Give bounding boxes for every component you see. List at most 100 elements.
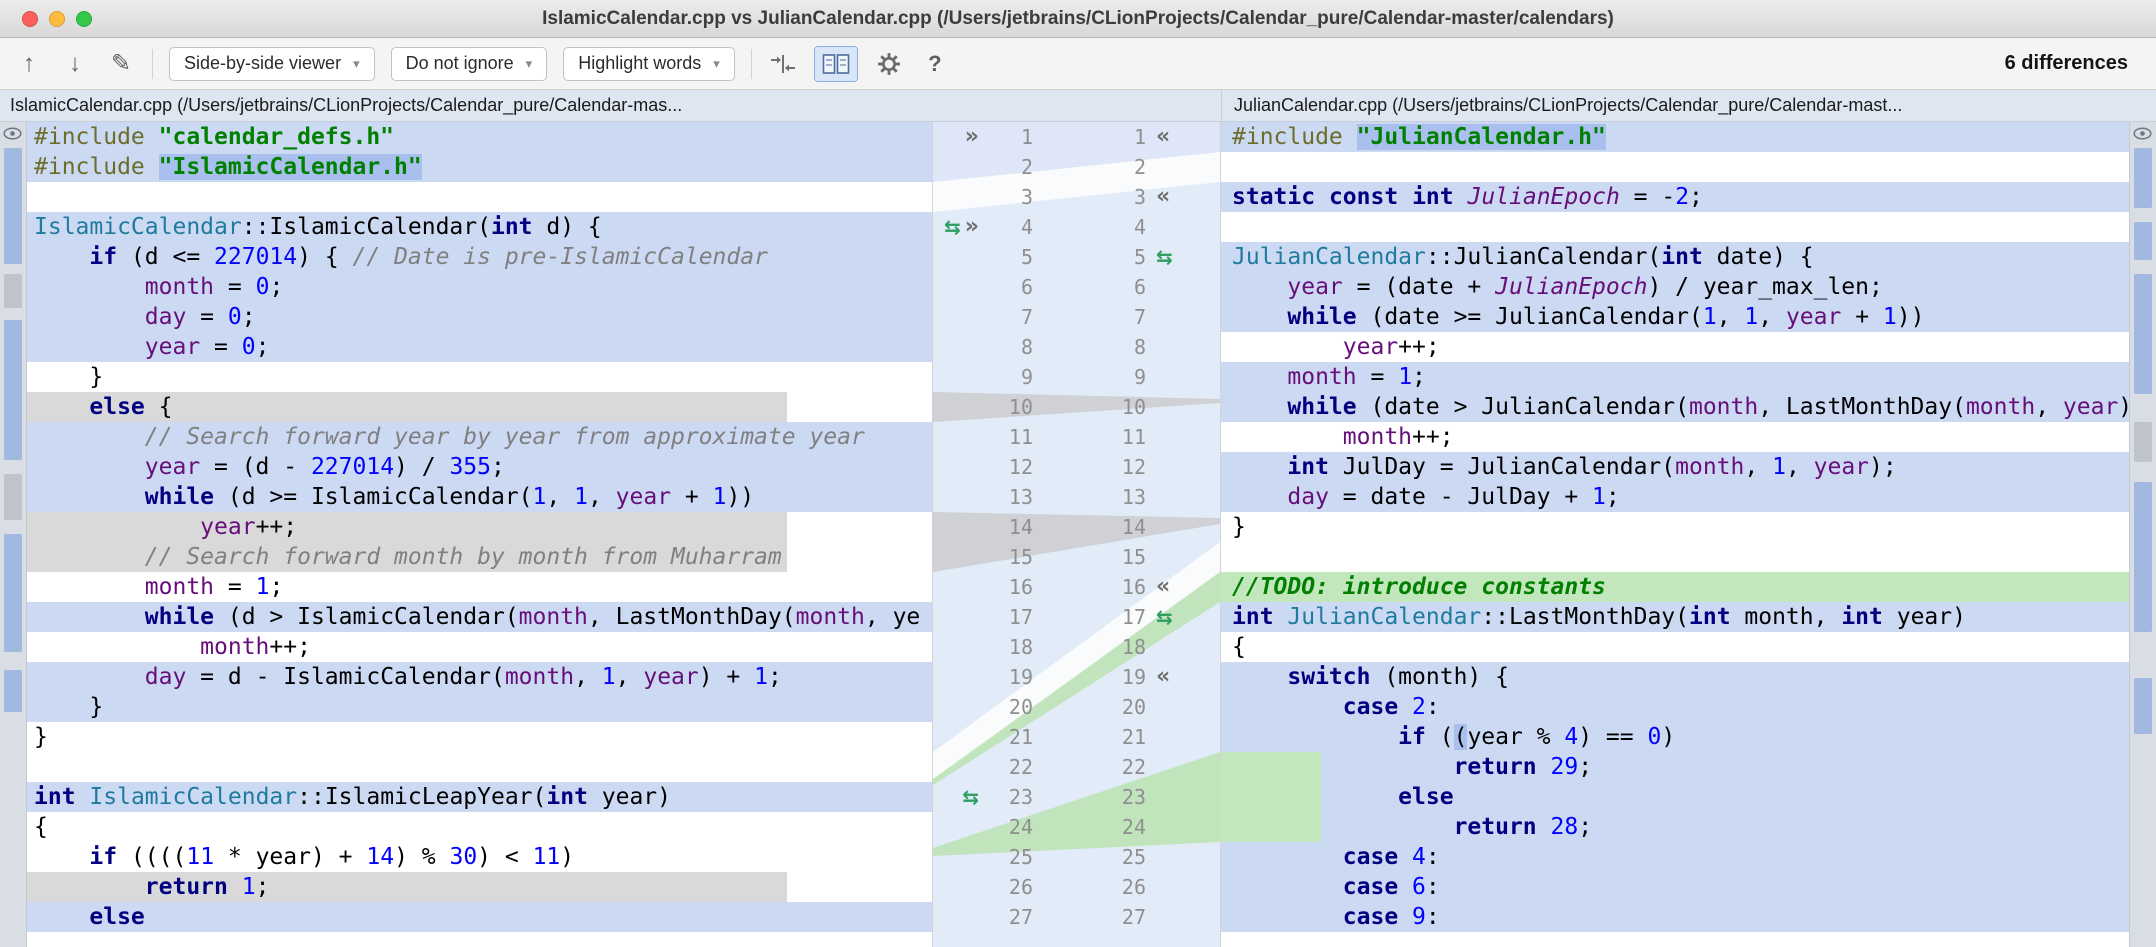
code-line[interactable]: return 29;: [1221, 752, 2129, 782]
code-line[interactable]: }: [27, 362, 932, 392]
code-line[interactable]: [27, 752, 932, 782]
code-line[interactable]: #include "JulianCalendar.h": [1221, 122, 2129, 152]
highlight-mode-dropdown[interactable]: Highlight words ▾: [563, 47, 735, 81]
code-line[interactable]: month = 1;: [1221, 362, 2129, 392]
code-line[interactable]: year = 0;: [27, 332, 932, 362]
code-line[interactable]: int IslamicCalendar::IslamicLeapYear(int…: [27, 782, 932, 812]
left-scroll-marker-strip[interactable]: [0, 122, 27, 947]
code-line[interactable]: //TODO: introduce constants: [1221, 572, 2129, 602]
code-token: // Search forward month by month from Mu…: [145, 544, 782, 570]
close-button[interactable]: [22, 11, 38, 27]
code-line[interactable]: case 6:: [1221, 872, 2129, 902]
code-line[interactable]: while (date > JulianCalendar(month, Last…: [1221, 392, 2129, 422]
code-line[interactable]: {: [1221, 632, 2129, 662]
code-line[interactable]: int JulDay = JulianCalendar(month, 1, ye…: [1221, 452, 2129, 482]
code-line[interactable]: if (d <= 227014) { // Date is pre-Islami…: [27, 242, 932, 272]
code-line[interactable]: switch (month) {: [1221, 662, 2129, 692]
right-code-pane[interactable]: #include "JulianCalendar.h" static const …: [1221, 122, 2129, 947]
code-line[interactable]: case 9:: [1221, 902, 2129, 932]
code-line[interactable]: while (d >= IslamicCalendar(1, 1, year +…: [27, 482, 932, 512]
code-line[interactable]: if ((((11 * year) + 14) % 30) < 11): [27, 842, 932, 872]
code-line[interactable]: [27, 182, 932, 212]
code-line[interactable]: day = d - IslamicCalendar(month, 1, year…: [27, 662, 932, 692]
code-line[interactable]: year++;: [27, 512, 932, 542]
code-line[interactable]: // Search forward month by month from Mu…: [27, 542, 932, 572]
code-line[interactable]: return 1;: [27, 872, 932, 902]
eye-icon[interactable]: [3, 127, 22, 145]
code-token: )): [726, 484, 754, 510]
code-token: JulianEpoch: [1467, 184, 1619, 210]
settings-gear-icon[interactable]: [874, 47, 904, 81]
edit-source-icon[interactable]: ✎: [106, 47, 136, 81]
apply-change-icon[interactable]: ⇆: [1156, 242, 1173, 272]
code-line[interactable]: month++;: [1221, 422, 2129, 452]
apply-change-icon[interactable]: ⇆: [1156, 602, 1173, 632]
code-line[interactable]: else {: [27, 392, 932, 422]
code-line[interactable]: while (date >= JulianCalendar(1, 1, year…: [1221, 302, 2129, 332]
code-line[interactable]: year = (d - 227014) / 355;: [27, 452, 932, 482]
previous-difference-button[interactable]: ↑: [14, 47, 44, 81]
code-line[interactable]: day = date - JulDay + 1;: [1221, 482, 2129, 512]
eye-icon[interactable]: [2133, 127, 2152, 145]
zoom-button[interactable]: [76, 11, 92, 27]
code-line[interactable]: }: [1221, 512, 2129, 542]
code-line[interactable]: while (d > IslamicCalendar(month, LastMo…: [27, 602, 932, 632]
code-line[interactable]: [1221, 542, 2129, 572]
help-icon[interactable]: ?: [920, 47, 950, 81]
code-line[interactable]: }: [27, 722, 932, 752]
left-code: #include "calendar_defs.h"#include "Isla…: [27, 122, 932, 932]
expand-chevron-icon[interactable]: »: [965, 212, 979, 242]
code-line[interactable]: else: [27, 902, 932, 932]
code-token: ::LastMonthDay(: [1481, 604, 1689, 630]
collapse-unchanged-icon[interactable]: [768, 47, 798, 81]
code-line[interactable]: return 28;: [1221, 812, 2129, 842]
expand-chevron-icon[interactable]: »: [965, 122, 979, 152]
apply-change-icon[interactable]: ⇆: [944, 212, 961, 242]
code-token: 2: [1675, 184, 1689, 210]
code-line[interactable]: else: [1221, 782, 2129, 812]
code-token: [1232, 784, 1398, 810]
code-line[interactable]: int JulianCalendar::LastMonthDay(int mon…: [1221, 602, 2129, 632]
code-token: ;: [1412, 364, 1426, 390]
right-scroll-marker-strip[interactable]: [2129, 122, 2156, 947]
code-line[interactable]: year = (date + JulianEpoch) / year_max_l…: [1221, 272, 2129, 302]
expand-chevron-icon[interactable]: «: [1156, 122, 1170, 152]
code-line[interactable]: JulianCalendar::JulianCalendar(int date)…: [1221, 242, 2129, 272]
viewer-mode-dropdown[interactable]: Side-by-side viewer ▾: [169, 47, 375, 81]
code-token: (d >= IslamicCalendar(: [214, 484, 533, 510]
next-difference-button[interactable]: ↓: [60, 47, 90, 81]
code-token: 1: [533, 484, 547, 510]
ignore-policy-label: Do not ignore: [406, 53, 514, 74]
code-line[interactable]: #include "calendar_defs.h": [27, 122, 932, 152]
code-line[interactable]: [1221, 152, 2129, 182]
code-token: 2: [1412, 694, 1426, 720]
code-line[interactable]: case 2:: [1221, 692, 2129, 722]
minimize-button[interactable]: [49, 11, 65, 27]
code-line[interactable]: }: [27, 692, 932, 722]
code-line[interactable]: month = 0;: [27, 272, 932, 302]
code-line[interactable]: [1221, 212, 2129, 242]
apply-change-icon[interactable]: ⇆: [962, 782, 979, 812]
code-token: ;: [256, 874, 270, 900]
code-line[interactable]: if ((year % 4) == 0): [1221, 722, 2129, 752]
code-token: )): [1897, 304, 1925, 330]
two-side-viewer-icon[interactable]: [814, 46, 858, 82]
code-token: year: [2063, 394, 2118, 420]
code-line[interactable]: IslamicCalendar::IslamicCalendar(int d) …: [27, 212, 932, 242]
code-line[interactable]: case 4:: [1221, 842, 2129, 872]
code-line[interactable]: month = 1;: [27, 572, 932, 602]
code-line[interactable]: #include "IslamicCalendar.h": [27, 152, 932, 182]
code-line[interactable]: // Search forward year by year from appr…: [27, 422, 932, 452]
code-line[interactable]: static const int JulianEpoch = -2;: [1221, 182, 2129, 212]
code-line[interactable]: month++;: [27, 632, 932, 662]
expand-chevron-icon[interactable]: «: [1156, 182, 1170, 212]
ignore-policy-dropdown[interactable]: Do not ignore ▾: [391, 47, 548, 81]
left-code-pane[interactable]: #include "calendar_defs.h"#include "Isla…: [27, 122, 932, 947]
code-line[interactable]: year++;: [1221, 332, 2129, 362]
code-token: ,: [1758, 304, 1786, 330]
expand-chevron-icon[interactable]: «: [1156, 662, 1170, 692]
code-line[interactable]: day = 0;: [27, 302, 932, 332]
code-line[interactable]: {: [27, 812, 932, 842]
expand-chevron-icon[interactable]: «: [1156, 572, 1170, 602]
code-token: ::IslamicCalendar(: [242, 214, 491, 240]
